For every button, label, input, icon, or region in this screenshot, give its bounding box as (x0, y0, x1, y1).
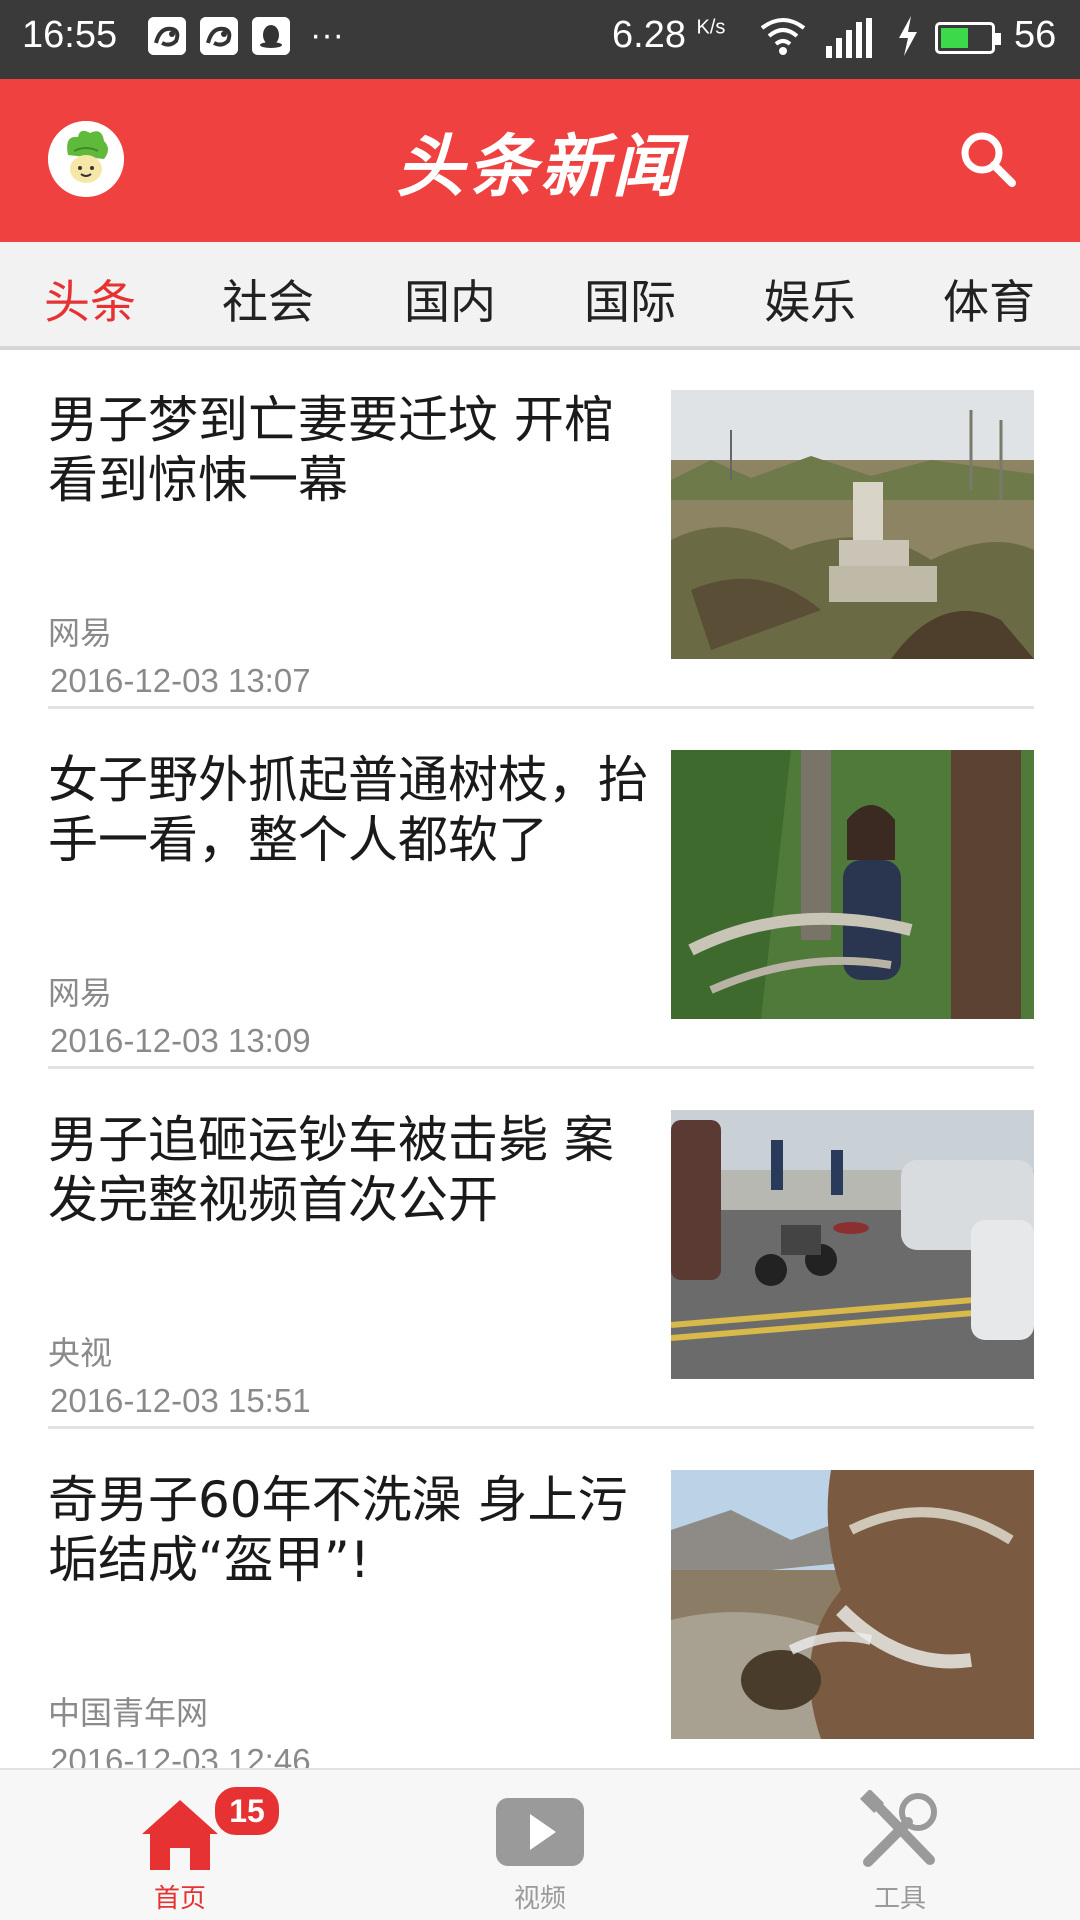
search-icon (961, 132, 1016, 187)
news-thumbnail[interactable] (671, 1470, 1034, 1739)
notification-icons: ··· (148, 16, 344, 55)
news-time: 2016-12-03 15:51 (50, 1382, 311, 1419)
category-tabs: 头条 社会 国内 国际 娱乐 体育 (0, 242, 1080, 350)
news-time: 2016-12-03 13:09 (50, 1022, 311, 1059)
nav-video[interactable]: 视频 (420, 1770, 660, 1920)
news-source: 央视 (48, 1334, 113, 1372)
tab-sports[interactable]: 体育 (943, 266, 1035, 332)
nav-home-label: 首页 (153, 1884, 206, 1914)
uc-browser-icon (200, 16, 238, 55)
home-icon (136, 1790, 224, 1874)
news-item[interactable]: 男子梦到亡妻要迁坟 开棺看到惊悚一幕 网易 2016-12-03 13:07 (48, 354, 1034, 709)
news-source: 网易 (48, 974, 113, 1012)
wifi-icon (758, 16, 808, 68)
status-time: 16:55 (22, 14, 118, 56)
network-speed: 6.28 K/s (612, 14, 726, 56)
uc-browser-icon (148, 16, 186, 55)
bottom-navigation: 15 首页 视频 工具 (0, 1768, 1080, 1920)
tools-icon (856, 1788, 944, 1874)
news-title[interactable]: 奇男子60年不洗澡 身上污垢结成“盔甲”! (48, 1470, 658, 1590)
battery-icon (935, 22, 1001, 54)
network-speed-unit: K/s (696, 16, 726, 39)
nav-video-label: 视频 (513, 1884, 566, 1914)
news-title[interactable]: 女子野外抓起普通树枝，抬手一看，整个人都软了 (48, 750, 658, 870)
nav-tools-label: 工具 (873, 1884, 926, 1914)
nav-tools[interactable]: 工具 (780, 1770, 1020, 1920)
tab-domestic[interactable]: 国内 (404, 266, 496, 332)
news-source: 中国青年网 (48, 1694, 209, 1732)
notification-badge: 15 (212, 1784, 282, 1838)
charging-icon (895, 14, 921, 68)
news-item[interactable]: 女子野外抓起普通树枝，抬手一看，整个人都软了 网易 2016-12-03 13:… (48, 714, 1034, 1069)
play-icon (496, 1790, 584, 1874)
qq-icon (252, 16, 290, 55)
news-item[interactable]: 男子追砸运钞车被击毙 案发完整视频首次公开 央视 2016-12-03 15:5… (48, 1074, 1034, 1429)
battery-level: 56 (1014, 14, 1057, 56)
nav-home[interactable]: 15 首页 (60, 1770, 300, 1920)
news-thumbnail[interactable] (671, 1110, 1034, 1379)
tab-entertainment[interactable]: 娱乐 (764, 266, 856, 332)
news-item[interactable]: 奇男子60年不洗澡 身上污垢结成“盔甲”! 中国青年网 2016-12-03 1… (48, 1434, 1034, 1789)
news-time: 2016-12-03 13:07 (50, 662, 311, 699)
page-title: 头条新闻 (395, 128, 684, 207)
tab-international[interactable]: 国际 (584, 266, 676, 332)
news-thumbnail[interactable] (671, 390, 1034, 659)
signal-icon (826, 18, 872, 58)
news-title[interactable]: 男子梦到亡妻要迁坟 开棺看到惊悚一幕 (48, 390, 658, 510)
search-button[interactable] (956, 127, 1020, 191)
tab-society[interactable]: 社会 (222, 266, 314, 332)
app-header: 头条新闻 (0, 79, 1080, 242)
news-source: 网易 (48, 614, 113, 652)
news-thumbnail[interactable] (671, 750, 1034, 1019)
more-notifications-icon: ··· (310, 16, 344, 54)
news-title[interactable]: 男子追砸运钞车被击毙 案发完整视频首次公开 (48, 1110, 658, 1230)
tab-headlines[interactable]: 头条 (44, 266, 136, 332)
status-bar: 16:55 ··· 6.28 K/s 56 (0, 0, 1080, 79)
